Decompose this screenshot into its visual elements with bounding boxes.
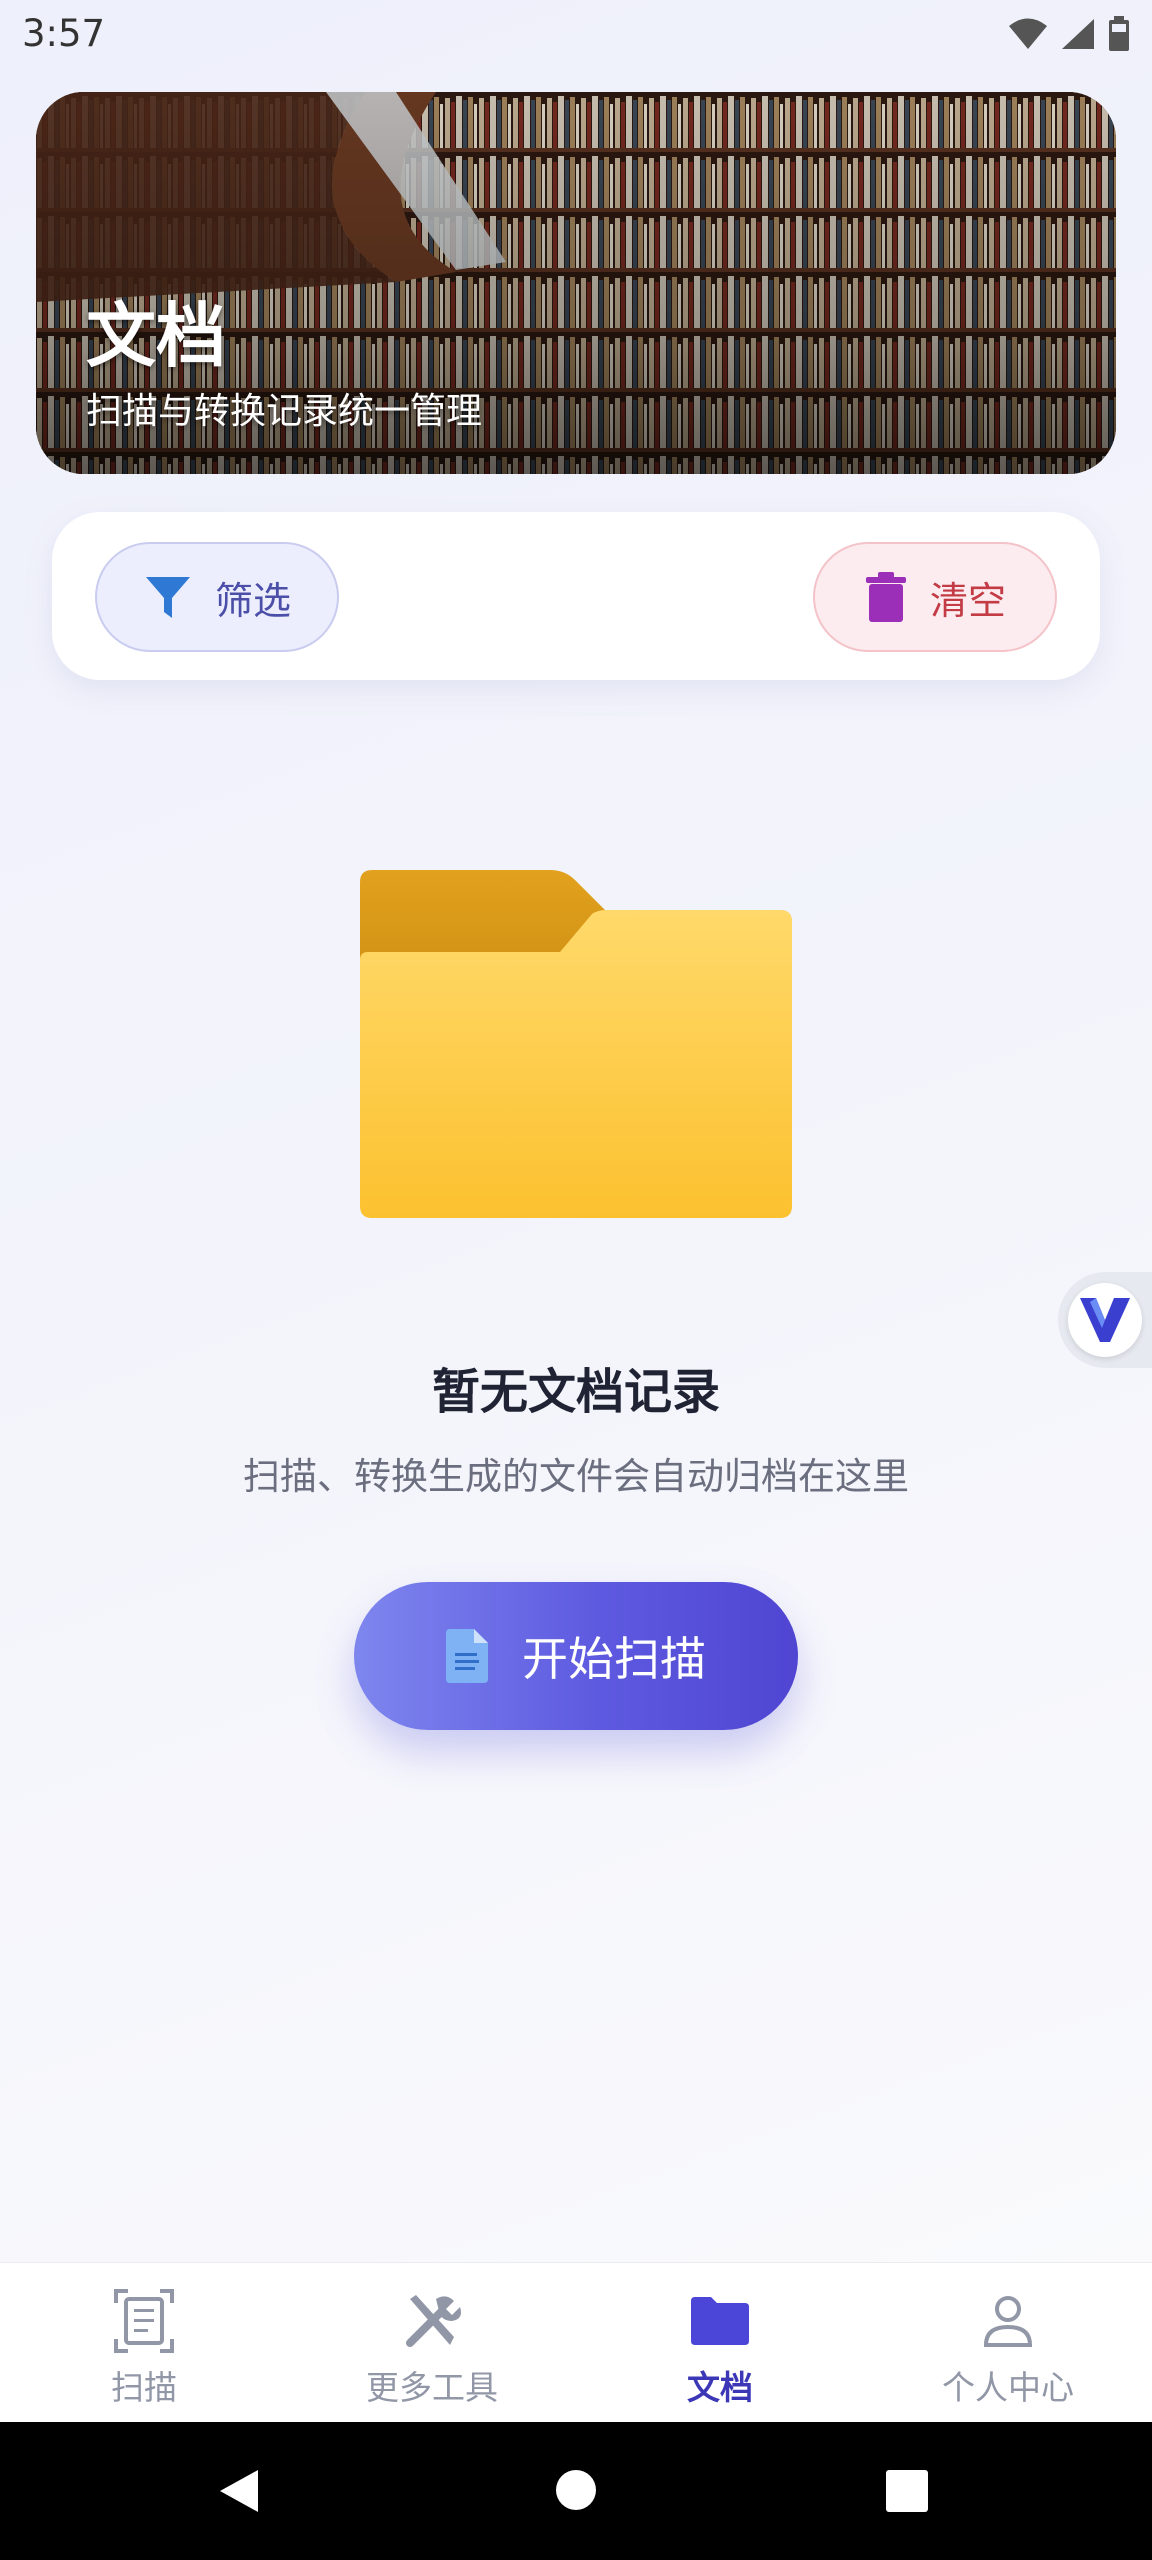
action-card: 筛选 清空 [52,512,1100,680]
empty-state-description: 扫描、转换生成的文件会自动归档在这里 [243,1455,909,1498]
bottom-navigation: 扫描 更多工具 文档 个人中心 [0,2262,1152,2422]
floating-assistant-inner [1068,1283,1142,1357]
battery-icon [1109,16,1129,51]
trash-icon [865,572,906,622]
tools-icon [406,2295,461,2347]
person-icon [983,2296,1033,2347]
clear-label: 清空 [929,578,1006,623]
signal-icon [1062,19,1094,49]
nav-label-scan: 扫描 [111,2368,177,2407]
banner-subtitle: 扫描与转换记录统一管理 [86,391,483,432]
nav-item-tools[interactable]: 更多工具 [288,2263,576,2423]
filter-icon [145,577,190,618]
scan-icon [114,2289,174,2353]
system-navigation-bar [0,2422,1152,2560]
header-banner: 文档 扫描与转换记录统一管理 [36,92,1116,474]
filter-button[interactable]: 筛选 [95,542,339,652]
status-time: 3:57 [22,12,106,55]
nav-item-profile[interactable]: 个人中心 [864,2263,1152,2423]
empty-folder-icon [360,870,792,1218]
nav-item-scan[interactable]: 扫描 [0,2263,288,2423]
filter-label: 筛选 [214,578,291,623]
nav-label-profile: 个人中心 [942,2368,1074,2407]
floating-assistant-button[interactable] [1058,1272,1152,1368]
nav-label-documents: 文档 [687,2368,753,2407]
empty-state-title: 暂无文档记录 [431,1364,720,1420]
status-bar: 3:57 [0,0,1152,66]
clear-button[interactable]: 清空 [813,542,1057,652]
status-icons [1008,14,1130,54]
banner-title: 文档 [86,295,226,377]
wifi-icon [1009,18,1047,49]
home-icon[interactable] [555,2469,597,2511]
start-scan-label: 开始扫描 [522,1632,706,1686]
start-scan-button[interactable]: 开始扫描 [354,1582,798,1730]
nav-item-documents[interactable]: 文档 [576,2263,864,2423]
v-logo-icon [1080,1298,1130,1342]
nav-label-tools: 更多工具 [366,2368,498,2407]
document-icon [446,1629,488,1683]
folder-icon [691,2297,749,2345]
recents-icon[interactable] [886,2470,928,2512]
documents-screen: 3:57 文档 扫描与转换记录统一管理 筛选 清空 暂无文档记录 扫描、转换生成… [0,0,1152,2560]
back-icon[interactable] [218,2468,260,2514]
